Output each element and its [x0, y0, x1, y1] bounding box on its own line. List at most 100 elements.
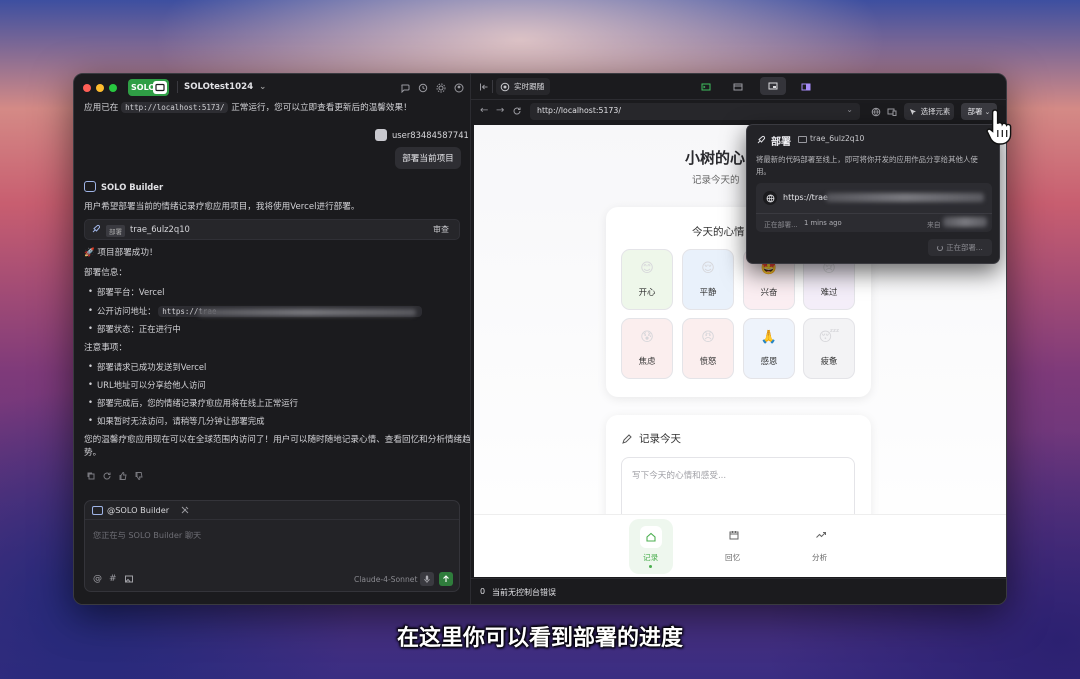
mood-label: 难过 [820, 287, 838, 297]
divider [756, 213, 992, 214]
deployment-url[interactable]: https://trae [783, 193, 828, 202]
solo-label: SOLO [131, 83, 156, 92]
terminal-icon[interactable] [701, 82, 711, 92]
history-icon[interactable] [418, 83, 428, 93]
tools-icon[interactable] [180, 505, 190, 515]
notes-heading: 注意事项： [84, 343, 127, 353]
tired-emoji-icon: 😴 [818, 330, 840, 345]
address-bar[interactable]: http://localhost:5173/ ⌄ [530, 103, 860, 120]
project-selector[interactable]: SOLOtest1024 ⌄ [184, 82, 266, 92]
mood-label: 兴奋 [760, 287, 778, 297]
nav-analysis-label[interactable]: 分析 [812, 552, 827, 563]
copy-icon[interactable] [86, 471, 96, 481]
forward-icon[interactable]: → [496, 106, 504, 116]
close-window-button[interactable] [83, 84, 91, 92]
browser-icon [768, 82, 778, 90]
popover-title: 部署 [771, 137, 791, 148]
status-line-prefix: 应用已在 [84, 103, 119, 113]
browser-view-button[interactable] [760, 77, 786, 95]
mood-card-title: 今天的心情 [692, 226, 745, 238]
sad-emoji-icon: 😢 [822, 261, 836, 276]
hand-cursor-icon [986, 108, 1016, 149]
localhost-chip: http://localhost:5173/ [121, 102, 229, 113]
chevron-down-icon: ⌄ [259, 82, 267, 92]
assistant-intro: 用户希望部署当前的情绪记录疗愈应用项目，我将使用Vercel进行部署。 [84, 202, 360, 212]
mood-option[interactable]: 😰 焦虑 [621, 318, 673, 379]
split-view-icon[interactable] [801, 82, 811, 92]
note-item: 部署请求已成功发送到Vercel [88, 361, 206, 373]
mention-chip[interactable]: @SOLO Builder [107, 505, 169, 515]
editor-icon[interactable] [733, 82, 743, 92]
devices-icon[interactable] [887, 107, 897, 117]
deploy-tag: 部署 [106, 225, 125, 237]
thumbs-down-icon[interactable] [134, 471, 144, 481]
composer-tools: @ # [93, 574, 134, 584]
chevron-down-icon[interactable]: ⌄ [846, 105, 853, 114]
note-item: 如果暂时无法访问，请稍等几分钟让部署完成 [88, 415, 264, 427]
anxious-emoji-icon: 😰 [640, 330, 654, 345]
note-item: 部署完成后，您的情绪记录疗愈应用将在线上正常运行 [88, 397, 298, 409]
happy-emoji-icon: 😊 [640, 261, 654, 276]
model-selector[interactable]: Claude-4-Sonnet [354, 575, 417, 584]
monitor-icon [153, 81, 167, 94]
hash-icon[interactable]: # [109, 574, 117, 584]
grateful-emoji-icon: 🙏 [760, 330, 778, 345]
deploying-button-label: 正在部署... [946, 243, 983, 252]
mood-option[interactable]: 😠 愤怒 [682, 318, 734, 379]
review-button[interactable]: 审查 [433, 224, 449, 235]
mood-option[interactable]: 🙏 感恩 [743, 318, 795, 379]
nav-memory-label[interactable]: 回忆 [725, 552, 740, 563]
refresh-icon[interactable] [102, 471, 112, 481]
mic-button[interactable] [420, 572, 434, 586]
globe-icon[interactable] [871, 107, 881, 117]
back-icon[interactable]: ← [480, 106, 488, 116]
arrow-up-icon [443, 575, 449, 582]
nav-record[interactable]: 记录 [629, 519, 673, 574]
console-error-count: 0 [480, 587, 486, 596]
rocket-icon [756, 135, 766, 145]
deploy-button-label: 部署 [967, 107, 983, 116]
reload-icon[interactable] [512, 106, 522, 116]
trend-icon[interactable] [815, 529, 827, 544]
composer: @SOLO Builder 您正在与 SOLO Builder 聊天 @ # C… [84, 500, 460, 592]
account-icon[interactable] [454, 83, 464, 93]
maximize-window-button[interactable] [109, 84, 117, 92]
select-element-label: 选择元素 [920, 107, 951, 116]
solo-badge[interactable]: SOLO [128, 79, 169, 96]
tab-live-follow[interactable]: 实时跟随 [496, 78, 551, 95]
app-title: 小树的心 [685, 149, 746, 167]
home-icon [640, 526, 662, 548]
info-url-row: 公开访问地址： https://trae [88, 305, 423, 317]
calendar-icon[interactable] [728, 529, 740, 544]
gear-icon[interactable] [436, 83, 446, 93]
project-name: SOLOtest1024 [184, 82, 254, 92]
redaction-blur [943, 217, 987, 227]
send-button[interactable] [439, 572, 453, 586]
image-icon[interactable] [124, 574, 134, 584]
mood-option[interactable]: 😌 平静 [682, 249, 734, 310]
deploy-id: trae_6ulz2q10 [130, 224, 190, 234]
mood-option[interactable]: 😴 疲惫 [803, 318, 855, 379]
select-element-button[interactable]: 选择元素 [904, 103, 954, 120]
nav-record-label: 记录 [643, 553, 659, 562]
video-subtitle: 在这里你可以看到部署的进度 [396, 626, 683, 651]
deployment-time: 1 mins ago [804, 219, 842, 227]
bottom-nav: 记录 回忆 分析 [474, 514, 1006, 577]
note-item: URL地址可以分享给他人访问 [88, 379, 206, 391]
mention-icon[interactable]: @ [93, 574, 102, 584]
deploy-card[interactable]: 部署 trae_6ulz2q10 审查 [84, 219, 460, 240]
project-icon [798, 136, 807, 143]
collapse-panel-icon[interactable] [479, 82, 489, 92]
mood-label: 愤怒 [699, 356, 717, 366]
thumbs-up-icon[interactable] [118, 471, 128, 481]
public-url-chip[interactable]: https://trae [158, 306, 423, 317]
chat-bubble-icon[interactable] [400, 83, 410, 93]
mood-option[interactable]: 😊 开心 [621, 249, 673, 310]
message-input[interactable]: 您正在与 SOLO Builder 聊天 [93, 529, 201, 541]
deployment-entry[interactable]: https://trae 正在部署... 1 mins ago 来自 [756, 183, 992, 232]
tab-live-follow-label: 实时跟随 [514, 82, 545, 91]
deploying-button[interactable]: 正在部署... [928, 239, 992, 256]
minimize-window-button[interactable] [96, 84, 104, 92]
address-text: http://localhost:5173/ [537, 106, 621, 115]
divider [492, 80, 493, 93]
